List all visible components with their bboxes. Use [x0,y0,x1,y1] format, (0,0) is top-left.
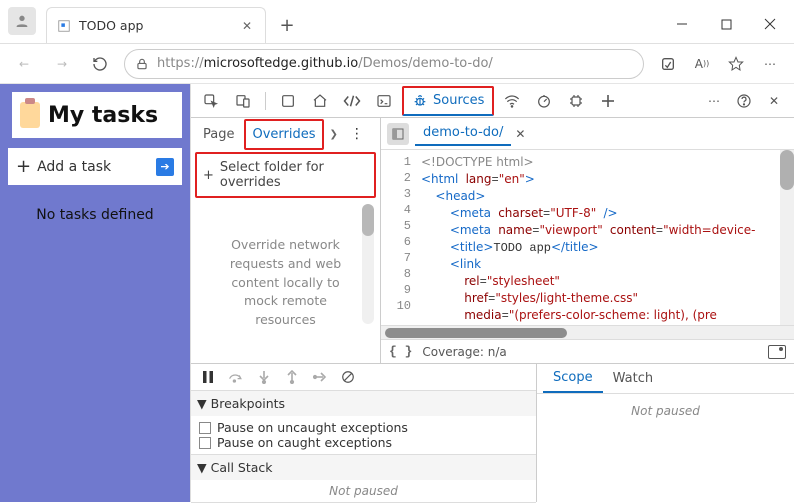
step-icon[interactable] [307,364,333,390]
devtools-close-icon[interactable]: ✕ [760,87,788,115]
step-over-icon[interactable] [223,364,249,390]
refresh-button[interactable] [86,50,114,78]
url-text: https://microsoftedge.github.io/Demos/de… [157,56,493,71]
step-into-icon[interactable] [251,364,277,390]
forward-button[interactable]: → [48,50,76,78]
more-tabs-chevron-icon[interactable]: ❯ [328,129,340,140]
read-aloud-icon[interactable]: A)) [688,50,716,78]
app-mode-icon[interactable] [654,50,682,78]
step-out-icon[interactable] [279,364,305,390]
add-task-row[interactable]: + Add a task ➔ [8,148,182,185]
pause-caught-checkbox[interactable]: Pause on caught exceptions [199,435,528,450]
memory-panel-icon[interactable] [562,87,590,115]
add-task-label: Add a task [37,159,111,175]
add-panel-icon[interactable] [594,87,622,115]
close-file-icon[interactable]: ✕ [515,127,525,141]
watch-tab[interactable]: Watch [603,365,663,392]
overrides-help-text: Override network requests and web conten… [211,210,360,336]
webpage-content: My tasks + Add a task ➔ No tasks defined [0,84,190,502]
elements-panel-icon[interactable] [338,87,366,115]
screenshot-icon[interactable] [768,345,786,359]
address-bar[interactable]: https://microsoftedge.github.io/Demos/de… [124,49,644,79]
bug-icon [412,93,428,109]
deactivate-breakpoints-icon[interactable] [335,364,361,390]
page-heading: My tasks [8,92,182,138]
home-icon[interactable] [306,87,334,115]
new-tab-button[interactable]: + [272,10,302,40]
pause-uncaught-checkbox[interactable]: Pause on uncaught exceptions [199,420,528,435]
welcome-panel-icon[interactable] [274,87,302,115]
sources-tab[interactable]: Sources [402,86,494,116]
scope-tab[interactable]: Scope [543,364,603,393]
device-emulation-icon[interactable] [229,87,257,115]
back-button[interactable]: ← [10,50,38,78]
overrides-nav-tab[interactable]: Overrides [244,119,323,150]
page-nav-tab[interactable]: Page [197,121,240,148]
devtools-more-icon[interactable]: ⋯ [700,87,728,115]
favicon-icon [57,19,71,33]
breakpoints-section-header[interactable]: ▼ Breakpoints [191,391,536,416]
pretty-print-icon[interactable]: { } [389,344,412,359]
plus-icon: + [16,156,31,177]
scope-not-paused-text: Not paused [537,394,794,422]
minimize-button[interactable] [660,9,704,39]
toggle-navigator-icon[interactable] [387,123,409,145]
coverage-text: Coverage: n/a [422,345,506,359]
browser-tab[interactable]: TODO app ✕ [46,7,266,43]
code-h-scrollbar[interactable] [381,325,794,339]
maximize-button[interactable] [704,9,748,39]
submit-task-button[interactable]: ➔ [156,158,174,176]
profile-avatar[interactable] [8,7,36,35]
console-panel-icon[interactable] [370,87,398,115]
devtools-help-icon[interactable] [730,87,758,115]
callstack-section-header[interactable]: ▼ Call Stack [191,455,536,480]
favorite-icon[interactable] [722,50,750,78]
line-gutter: 12345678910 [381,150,417,325]
network-panel-icon[interactable] [498,87,526,115]
left-panel-scrollbar[interactable] [362,204,374,324]
tab-title: TODO app [79,18,231,33]
more-menu-icon[interactable]: ⋯ [756,50,784,78]
window-close-button[interactable] [748,9,792,39]
plus-icon: + [203,168,214,183]
performance-panel-icon[interactable] [530,87,558,115]
open-file-tab[interactable]: demo-to-do/ [415,121,511,146]
pause-button[interactable] [195,364,221,390]
tab-close-icon[interactable]: ✕ [239,18,255,34]
no-tasks-text: No tasks defined [8,195,182,223]
source-code[interactable]: <!DOCTYPE html> <html lang="en"> <head> … [417,150,794,325]
nav-more-icon[interactable]: ⋮ [344,126,370,142]
lock-icon [135,57,149,71]
callstack-not-paused-text: Not paused [191,480,536,502]
clipboard-icon [20,102,40,128]
select-folder-button[interactable]: + Select folder for overrides [195,152,376,198]
inspect-element-icon[interactable] [197,87,225,115]
code-v-scrollbar[interactable] [780,150,794,325]
